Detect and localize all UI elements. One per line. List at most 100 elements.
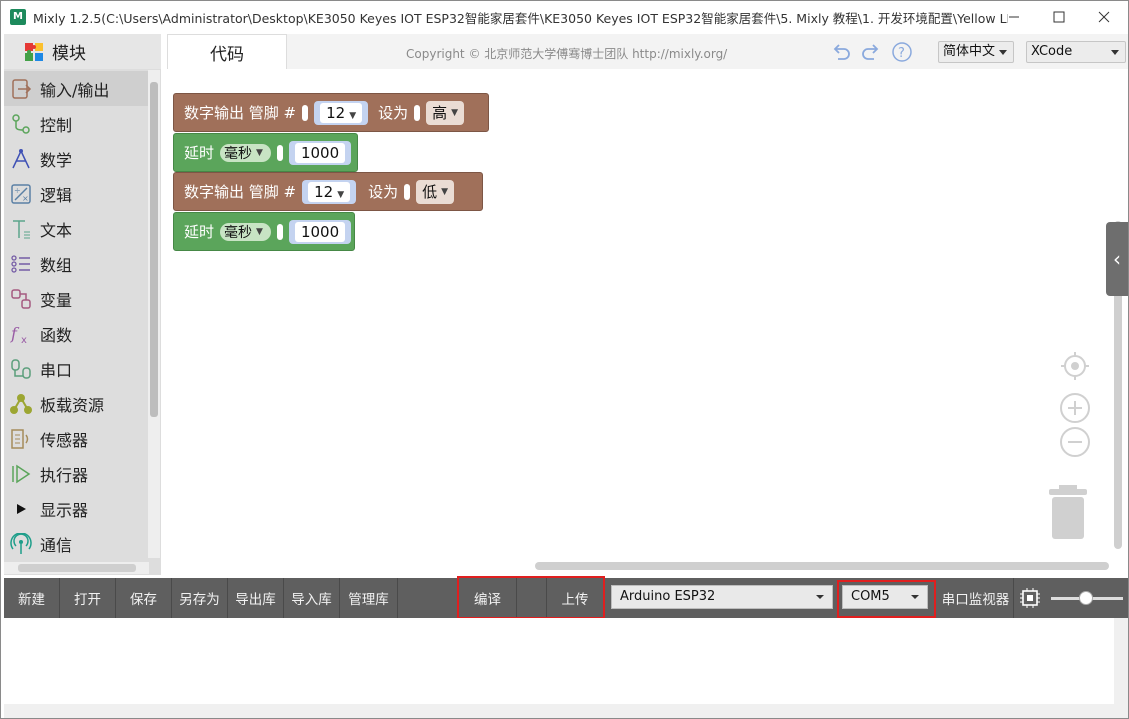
category-control[interactable]: 控制	[4, 106, 149, 141]
scrollbar-thumb[interactable]	[18, 564, 136, 572]
pin-field[interactable]: 12 ▼	[314, 100, 369, 125]
category-sensor[interactable]: 传感器	[4, 421, 149, 456]
math-icon	[10, 148, 32, 170]
category-communication[interactable]: 通信	[4, 526, 149, 561]
toolbox-horizontal-scrollbar[interactable]	[4, 562, 149, 574]
import-library-button[interactable]: 导入库	[284, 578, 340, 618]
category-label: 文本	[40, 220, 73, 240]
collapse-panel-button[interactable]: ‹	[1106, 222, 1128, 296]
maximize-button[interactable]	[1036, 1, 1082, 33]
zoom-in-icon[interactable]	[1059, 392, 1091, 424]
compile-upload-highlight	[457, 576, 605, 619]
new-button[interactable]: 新建	[4, 578, 60, 618]
output-console[interactable]	[4, 618, 1114, 704]
redo-icon[interactable]	[860, 41, 882, 63]
board-select[interactable]: Arduino ESP32	[611, 585, 833, 609]
close-button[interactable]	[1081, 1, 1127, 33]
text-icon	[10, 218, 32, 240]
category-input-output[interactable]: 输入/输出	[4, 71, 149, 106]
category-label: 逻辑	[40, 185, 73, 205]
toolbox-panel: 模块 输入/输出 控制 数学 ÷ × 逻辑 文本 数组 变量 f x 函数 串口…	[4, 34, 161, 575]
title-bar: M Mixly 1.2.5(C:\Users\Administrator\Des…	[1, 1, 1128, 33]
category-label: 串口	[40, 360, 73, 380]
save-as-button[interactable]: 另存为	[172, 578, 228, 618]
toolbox-vertical-scrollbar[interactable]	[148, 70, 160, 558]
theme-select[interactable]: XCode	[1026, 41, 1126, 63]
size-slider-handle[interactable]	[1079, 591, 1093, 605]
svg-text:?: ?	[898, 46, 905, 61]
chip-icon[interactable]	[1018, 587, 1042, 609]
category-actuator[interactable]: 执行器	[4, 456, 149, 491]
save-button[interactable]: 保存	[116, 578, 172, 618]
block-connector	[414, 104, 421, 121]
ms-field[interactable]: 1000	[288, 219, 352, 244]
unit-value: 毫秒	[224, 224, 253, 241]
category-label: 数组	[40, 255, 73, 275]
export-library-button[interactable]: 导出库	[228, 578, 284, 618]
tab-blocks[interactable]: 模块	[4, 34, 161, 69]
undo-icon[interactable]	[830, 41, 852, 63]
set-label: 设为	[368, 183, 399, 201]
level-value: 低	[422, 183, 438, 201]
theme-value: XCode	[1031, 44, 1073, 59]
manage-library-button[interactable]: 管理库	[340, 578, 398, 618]
sensor-icon	[10, 428, 32, 450]
block-label: 数字输出 管脚 #	[184, 183, 297, 201]
category-display[interactable]: 显示器	[4, 491, 149, 526]
minimize-button[interactable]	[991, 1, 1037, 33]
variable-icon	[10, 288, 32, 310]
workspace-horizontal-scrollbar[interactable]	[535, 562, 1109, 570]
serial-icon	[10, 358, 32, 380]
svg-text:×: ×	[22, 194, 29, 203]
help-icon[interactable]: ?	[891, 41, 913, 63]
category-text[interactable]: 文本	[4, 211, 149, 246]
open-button[interactable]: 打开	[60, 578, 116, 618]
category-logic[interactable]: ÷ × 逻辑	[4, 176, 149, 211]
level-dropdown[interactable]: 低 ▼	[416, 179, 455, 204]
trash-icon[interactable]	[1044, 483, 1092, 541]
function-icon: fx	[10, 323, 32, 345]
tab-code[interactable]: 代码	[167, 34, 287, 69]
category-function[interactable]: fx 函数	[4, 316, 149, 351]
block-label: 延时	[184, 144, 215, 162]
language-value: 简体中文	[943, 44, 996, 59]
category-label: 变量	[40, 290, 73, 310]
output-horizontal-scrollbar[interactable]	[4, 704, 1128, 718]
block-workspace[interactable]: 数字输出 管脚 # 12 ▼ 设为 高 ▼ 延时 毫秒 ▼ 1000 数字输出 管脚 …	[161, 69, 1128, 576]
puzzle-icon	[25, 42, 43, 61]
category-array[interactable]: 数组	[4, 246, 149, 281]
block-connector	[404, 183, 411, 200]
chevron-down-icon	[1111, 50, 1119, 55]
level-dropdown[interactable]: 高 ▼	[426, 100, 465, 125]
pin-field[interactable]: 12 ▼	[302, 179, 357, 204]
tab-blocks-label: 模块	[52, 44, 86, 64]
logic-icon: ÷ ×	[10, 183, 32, 205]
delay-block[interactable]: 延时 毫秒 ▼ 1000	[173, 212, 355, 251]
unit-value: 毫秒	[224, 145, 253, 162]
ms-value: 1000	[294, 142, 346, 163]
category-label: 数学	[40, 150, 73, 170]
category-serial[interactable]: 串口	[4, 351, 149, 386]
scrollbar-thumb[interactable]	[150, 82, 158, 417]
ms-field[interactable]: 1000	[288, 140, 352, 165]
zoom-out-icon[interactable]	[1059, 426, 1091, 458]
digital-write-block[interactable]: 数字输出 管脚 # 12 ▼ 设为 低 ▼	[173, 172, 483, 211]
array-icon	[10, 253, 32, 275]
category-variable[interactable]: 变量	[4, 281, 149, 316]
language-select[interactable]: 简体中文	[938, 41, 1014, 63]
output-vertical-scrollbar[interactable]	[1114, 618, 1128, 704]
delay-block[interactable]: 延时 毫秒 ▼ 1000	[173, 133, 358, 172]
block-label: 延时	[184, 223, 215, 241]
serial-monitor-button[interactable]: 串口监视器	[938, 578, 1014, 618]
recenter-icon[interactable]	[1059, 350, 1091, 382]
digital-write-block[interactable]: 数字输出 管脚 # 12 ▼ 设为 高 ▼	[173, 93, 489, 132]
category-math[interactable]: 数学	[4, 141, 149, 176]
chevron-down-icon: ▼	[349, 110, 357, 121]
onboard-icon	[10, 393, 32, 415]
category-onboard[interactable]: 板载资源	[4, 386, 149, 421]
chevron-down-icon	[999, 50, 1007, 55]
unit-dropdown[interactable]: 毫秒 ▼	[220, 222, 271, 241]
unit-dropdown[interactable]: 毫秒 ▼	[220, 143, 271, 162]
block-connector	[302, 104, 309, 121]
maximize-icon	[1053, 11, 1065, 23]
